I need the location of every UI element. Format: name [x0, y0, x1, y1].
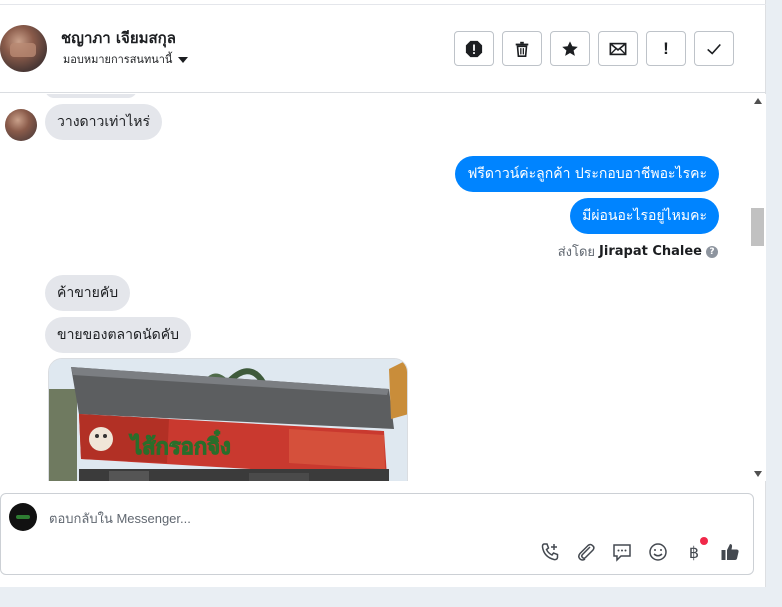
previous-message-bubble: [45, 94, 137, 98]
conversation-header: ชญาภา เจียมสกุล มอบหมายการสนทนานี้ !: [0, 5, 766, 93]
message-thread: วางดาวเท่าไหร่ ฟรีดาวน์ค่ะลูกค้า ประกอบอ…: [0, 94, 750, 481]
emoji-icon: [649, 543, 667, 561]
market-stall-photo: ไส้กรอกจิ๋ง: [49, 359, 407, 481]
header-actions: !: [454, 31, 734, 66]
page-avatar: [9, 503, 37, 531]
contact-avatar[interactable]: [0, 25, 47, 72]
contact-avatar-small: [5, 109, 37, 141]
reply-composer: ฿: [0, 493, 754, 575]
mark-unread-button[interactable]: [598, 31, 638, 66]
mark-done-button[interactable]: [694, 31, 734, 66]
paperclip-icon: [578, 543, 595, 561]
envelope-icon: [609, 42, 627, 55]
outgoing-message[interactable]: ฟรีดาวน์ค่ะลูกค้า ประกอบอาชีพอะไรคะ: [455, 156, 719, 192]
sent-by-prefix: ส่งโดย: [557, 245, 596, 260]
phone-add-icon: [541, 543, 559, 561]
caret-down-icon: [178, 56, 189, 63]
like-button[interactable]: [719, 541, 741, 563]
trash-icon: [515, 41, 529, 57]
emoji-button[interactable]: [647, 541, 669, 563]
composer-tools: ฿: [539, 537, 741, 563]
payment-button[interactable]: ฿: [683, 537, 708, 563]
done-check-icon: [707, 43, 721, 55]
incoming-message[interactable]: ขายของตลาดนัดคับ: [45, 317, 191, 353]
call-button[interactable]: [539, 541, 561, 563]
photo-attachment[interactable]: ไส้กรอกจิ๋ง: [48, 358, 408, 481]
scroll-up-arrow-icon[interactable]: [754, 98, 762, 104]
attach-button[interactable]: [575, 541, 597, 563]
sent-by-name[interactable]: Jirapat Chalee: [599, 244, 702, 259]
sign-text: ไส้กรอกจิ๋ง: [129, 430, 231, 460]
incoming-message[interactable]: ค้าขายคับ: [45, 275, 131, 311]
assign-label: มอบหมายการสนทนานี้: [63, 53, 173, 66]
reply-input[interactable]: [49, 508, 649, 528]
help-icon[interactable]: ?: [706, 245, 718, 258]
follow-up-icon: !: [663, 38, 669, 58]
spam-icon: [465, 40, 483, 57]
notification-dot: [700, 537, 708, 545]
star-button[interactable]: [550, 31, 590, 66]
assign-conversation-dropdown[interactable]: มอบหมายการสนทนานี้: [63, 50, 189, 68]
mark-spam-button[interactable]: [454, 31, 494, 66]
outgoing-message[interactable]: มีผ่อนอะไรอยู่ไหมคะ: [570, 198, 719, 234]
delete-button[interactable]: [502, 31, 542, 66]
contact-name[interactable]: ชญาภา เจียมสกุล: [61, 26, 176, 50]
scroll-down-arrow-icon[interactable]: [754, 471, 762, 477]
baht-payment-icon: ฿: [688, 542, 700, 562]
sent-by-label: ส่งโดย Jirapat Chalee ?: [558, 241, 718, 262]
thumbs-up-icon: [721, 544, 739, 560]
saved-replies-button[interactable]: [611, 541, 633, 563]
star-icon: [562, 40, 578, 56]
incoming-message[interactable]: วางดาวเท่าไหร่: [45, 104, 163, 140]
follow-up-button[interactable]: !: [646, 31, 686, 66]
message-scrollbar[interactable]: [750, 94, 766, 481]
saved-reply-icon: [613, 544, 631, 562]
conversation-panel: ชญาภา เจียมสกุล มอบหมายการสนทนานี้ ! วาง…: [0, 0, 766, 587]
scroll-thumb[interactable]: [751, 208, 764, 246]
